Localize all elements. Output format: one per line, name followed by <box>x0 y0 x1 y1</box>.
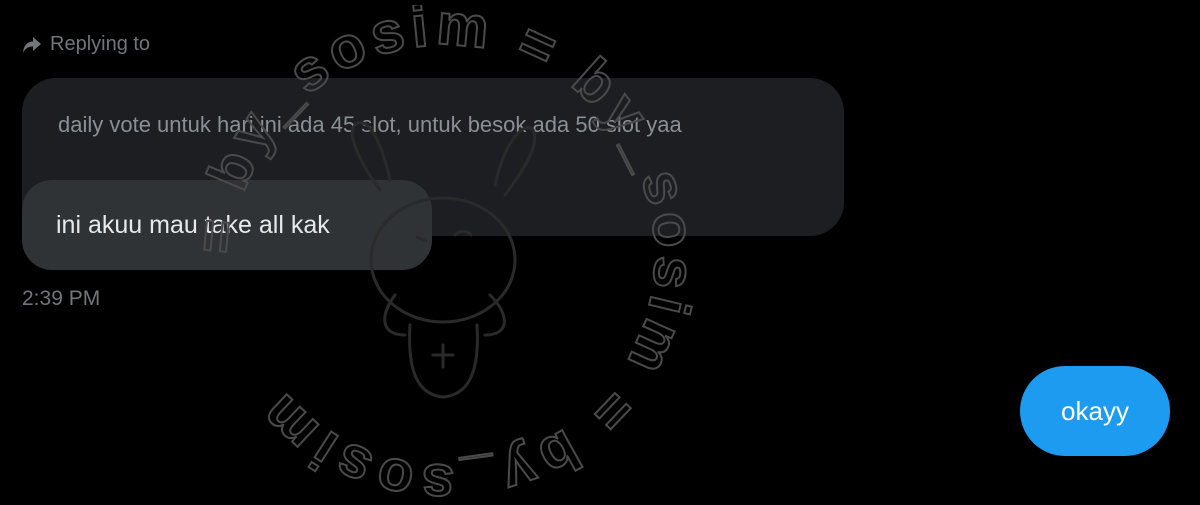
outgoing-message-text: okayy <box>1061 395 1129 426</box>
quoted-message-text: daily vote untuk hari ini ada 45 slot, u… <box>58 112 682 137</box>
message-timestamp: 2:39 PM <box>22 287 101 310</box>
replying-to-header: Replying to <box>22 33 150 56</box>
replying-to-label: Replying to <box>50 33 151 55</box>
incoming-message-bubble[interactable]: ini akuu mau take all kak <box>22 180 432 270</box>
outgoing-message-bubble[interactable]: okayy <box>1020 366 1170 456</box>
reply-arrow-icon <box>22 36 42 54</box>
incoming-message-text: ini akuu mau take all kak <box>56 210 330 239</box>
